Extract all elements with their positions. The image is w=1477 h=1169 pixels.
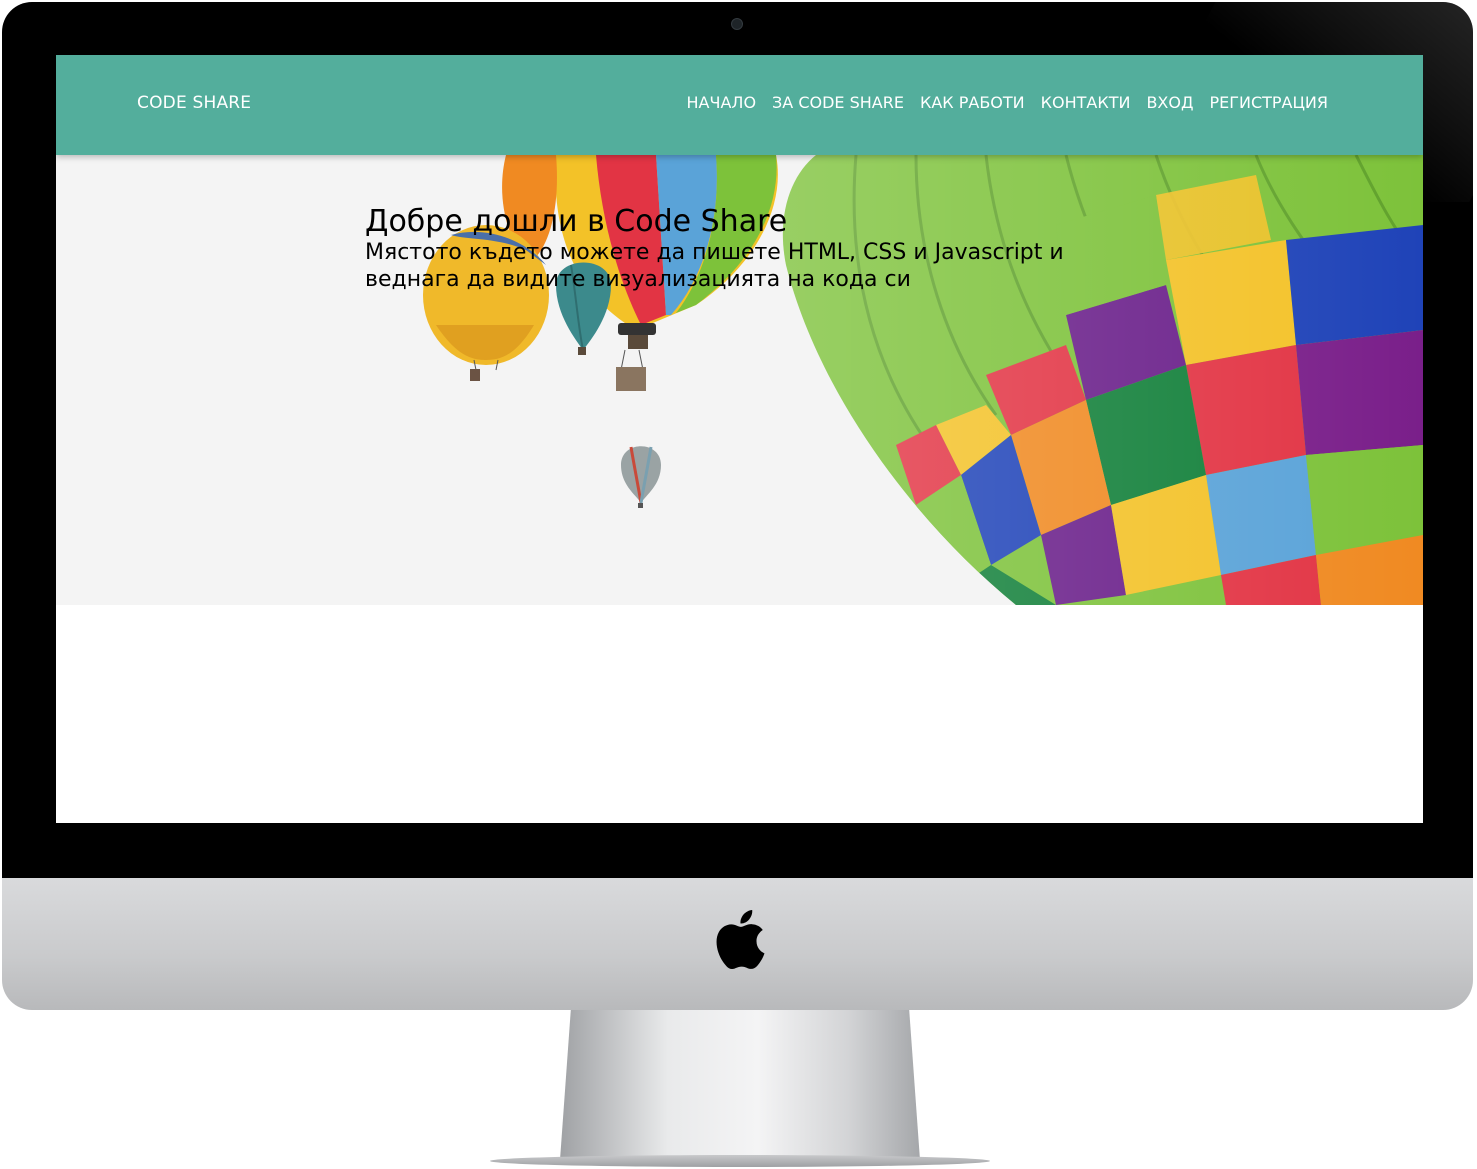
brand-logo-link[interactable]: CODE SHARE	[137, 93, 251, 113]
monitor-stand-base	[490, 1155, 990, 1167]
hero-banner: Добре дошли в Code Share Мястото където …	[56, 155, 1423, 605]
hero-subtitle: Мястото където можете да пишете HTML, CS…	[365, 240, 1064, 292]
balloon-basket-graphic	[616, 349, 646, 391]
camera-icon	[731, 18, 743, 30]
hero-title: Добре дошли в Code Share	[365, 204, 788, 239]
nav-link-how-it-works[interactable]: КАК РАБОТИ	[920, 93, 1025, 112]
imac-mockup: CODE SHARE НАЧАЛО ЗА CODE SHARE КАК РАБО…	[0, 0, 1477, 1169]
monitor-stand	[560, 1010, 920, 1160]
content-area	[56, 605, 1423, 823]
nav-link-login[interactable]: ВХОД	[1146, 93, 1193, 112]
nav-link-about[interactable]: ЗА CODE SHARE	[772, 93, 904, 112]
apple-logo-icon	[716, 910, 765, 970]
nav-link-register[interactable]: РЕГИСТРАЦИЯ	[1209, 93, 1328, 112]
nav-link-contacts[interactable]: КОНТАКТИ	[1041, 93, 1131, 112]
navbar: CODE SHARE НАЧАЛО ЗА CODE SHARE КАК РАБО…	[56, 55, 1423, 155]
small-balloon-graphic	[621, 446, 661, 508]
hero-text-block: Добре дошли в Code Share Мястото където …	[365, 205, 1125, 293]
main-nav: НАЧАЛО ЗА CODE SHARE КАК РАБОТИ КОНТАКТИ…	[687, 93, 1328, 112]
website-screen: CODE SHARE НАЧАЛО ЗА CODE SHARE КАК РАБО…	[56, 55, 1423, 823]
nav-link-home[interactable]: НАЧАЛО	[687, 93, 757, 112]
